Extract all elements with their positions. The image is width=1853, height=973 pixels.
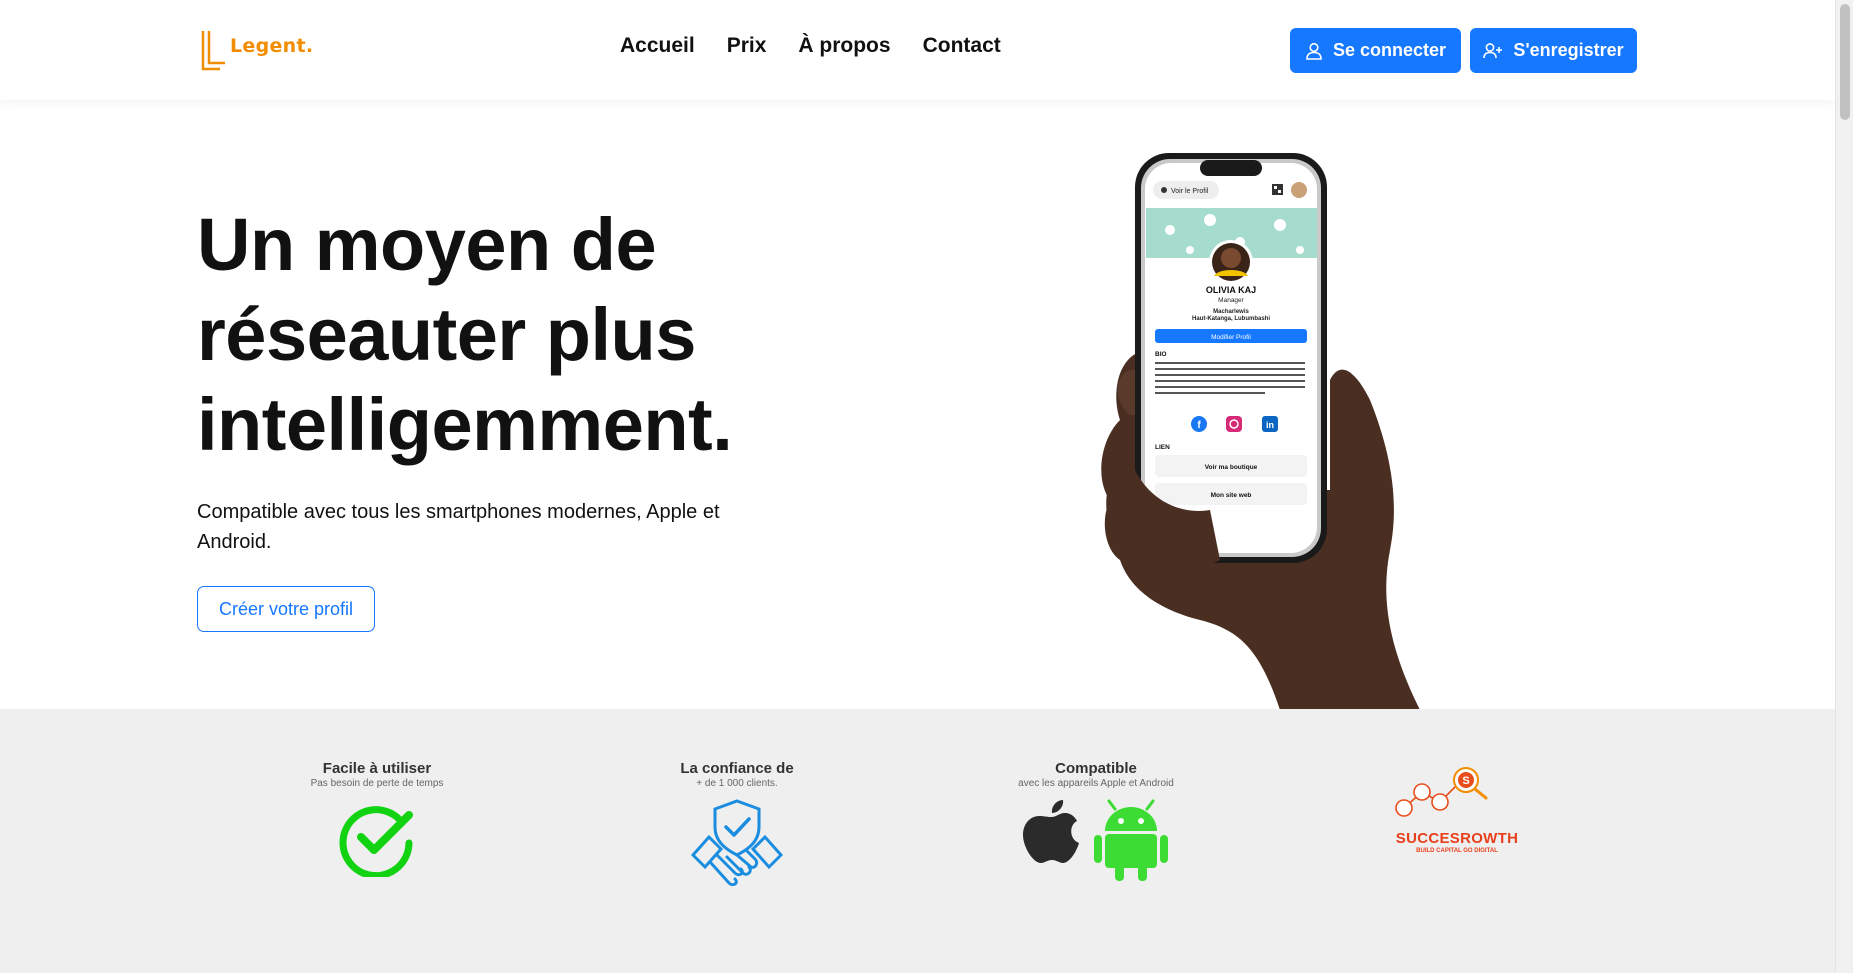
page: Legent. Accueil Prix À propos Contact Se…	[0, 0, 1853, 973]
brand-name: Legent.	[230, 35, 314, 57]
apple-icon	[1023, 800, 1079, 863]
partner-logo: S SUCCESROWTH BUILD CAPITAL GO DIGITAL	[1347, 762, 1567, 854]
nav-prix[interactable]: Prix	[727, 34, 767, 58]
hero-title-line-1: Un moyen de	[197, 203, 657, 286]
phone-name: OLIVIA KAJ	[1206, 285, 1256, 295]
svg-text:S: S	[1462, 775, 1469, 787]
user-plus-icon	[1483, 42, 1503, 58]
page-scrollbar[interactable]	[1835, 0, 1853, 973]
hero-title-line-3: intelligemment.	[197, 383, 733, 466]
user-icon	[1306, 42, 1322, 60]
login-button[interactable]: Se connecter	[1290, 28, 1461, 73]
hero-title-line-2: réseauter plus	[197, 293, 696, 376]
feature-easy-subtitle: Pas besoin de perte de temps	[310, 778, 444, 789]
feature-trust-subtitle: + de 1 000 clients.	[696, 778, 778, 789]
check-circle-icon	[339, 806, 413, 877]
phone-location: Haut-Katanga, Lubumbashi	[1192, 316, 1270, 322]
nav-contact[interactable]: Contact	[923, 34, 1001, 58]
feature-compatible: Compatible avec les appareils Apple et A…	[986, 760, 1206, 881]
svg-text:in: in	[1266, 420, 1274, 430]
phone-company: Macharlewis	[1213, 309, 1249, 315]
handshake-shield-icon	[690, 799, 784, 887]
nav-a-propos[interactable]: À propos	[798, 34, 890, 58]
apple-android-icon	[1023, 799, 1168, 881]
phone-links-heading: LIEN	[1155, 444, 1170, 451]
phone-link-1: Voir ma boutique	[1205, 464, 1258, 471]
feature-trust: La confiance de + de 1 000 clients.	[627, 760, 847, 893]
feature-compatible-subtitle: avec les appareils Apple et Android	[1018, 778, 1174, 789]
phone-role: Manager	[1218, 297, 1244, 304]
phone-bio-heading: BIO	[1155, 351, 1167, 358]
main-nav: Accueil Prix À propos Contact	[620, 34, 1001, 58]
partner-name: SUCCESROWTH	[1395, 830, 1519, 847]
logo-mark-icon	[201, 31, 225, 71]
register-label: S'enregistrer	[1513, 40, 1624, 60]
hero-title: Un moyen de réseauter plus intelligemmen…	[197, 200, 837, 470]
login-label: Se connecter	[1332, 40, 1447, 60]
android-icon	[1094, 799, 1168, 881]
register-button[interactable]: S'enregistrer	[1470, 28, 1637, 73]
phone-view-profile-label: Voir le Profil	[1171, 188, 1209, 195]
phone-in-hand-image: Voir le Profil OLIVIA KAJ Manager Machar…	[1101, 153, 1420, 710]
partner-tagline: BUILD CAPITAL GO DIGITAL	[1416, 848, 1498, 854]
nav-accueil[interactable]: Accueil	[620, 34, 695, 58]
feature-trust-title: La confiance de	[680, 760, 794, 777]
brand-logo[interactable]: Legent.	[200, 28, 322, 72]
succesrowth-logo-icon: S	[1395, 767, 1488, 817]
feature-compatible-title: Compatible	[1055, 760, 1137, 777]
feature-easy-title: Facile à utiliser	[322, 760, 432, 777]
scrollbar-thumb[interactable]	[1840, 4, 1850, 120]
create-profile-button[interactable]: Créer votre profil	[197, 586, 375, 632]
phone-link-2: Mon site web	[1211, 492, 1252, 499]
hero-subtitle: Compatible avec tous les smartphones mod…	[197, 501, 720, 553]
feature-easy: Facile à utiliser Pas besoin de perte de…	[267, 760, 487, 877]
phone-edit-button: Modifier Profil	[1211, 334, 1251, 341]
site-header: Legent. Accueil Prix À propos Contact Se…	[0, 0, 1835, 100]
